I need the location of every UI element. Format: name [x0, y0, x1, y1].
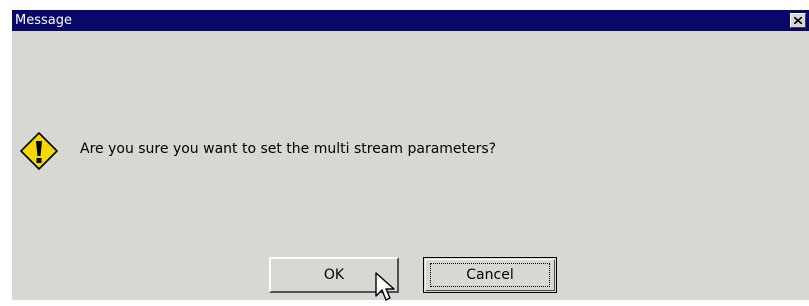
cancel-button-label: Cancel [466, 267, 514, 283]
warning-icon [20, 132, 58, 170]
dialog-title: Message [15, 13, 72, 28]
title-bar[interactable]: Message [12, 10, 809, 31]
message-dialog: Message Are you sure you want to set the… [11, 10, 809, 301]
ok-button-label: OK [323, 267, 345, 283]
confirmation-message: Are you sure you want to set the multi s… [80, 141, 497, 157]
cancel-button[interactable]: Cancel [423, 257, 557, 293]
cancel-button-focus-ring: Cancel [430, 263, 550, 287]
close-icon [794, 17, 802, 24]
mouse-pointer-icon [375, 272, 395, 301]
close-button[interactable] [790, 13, 806, 28]
